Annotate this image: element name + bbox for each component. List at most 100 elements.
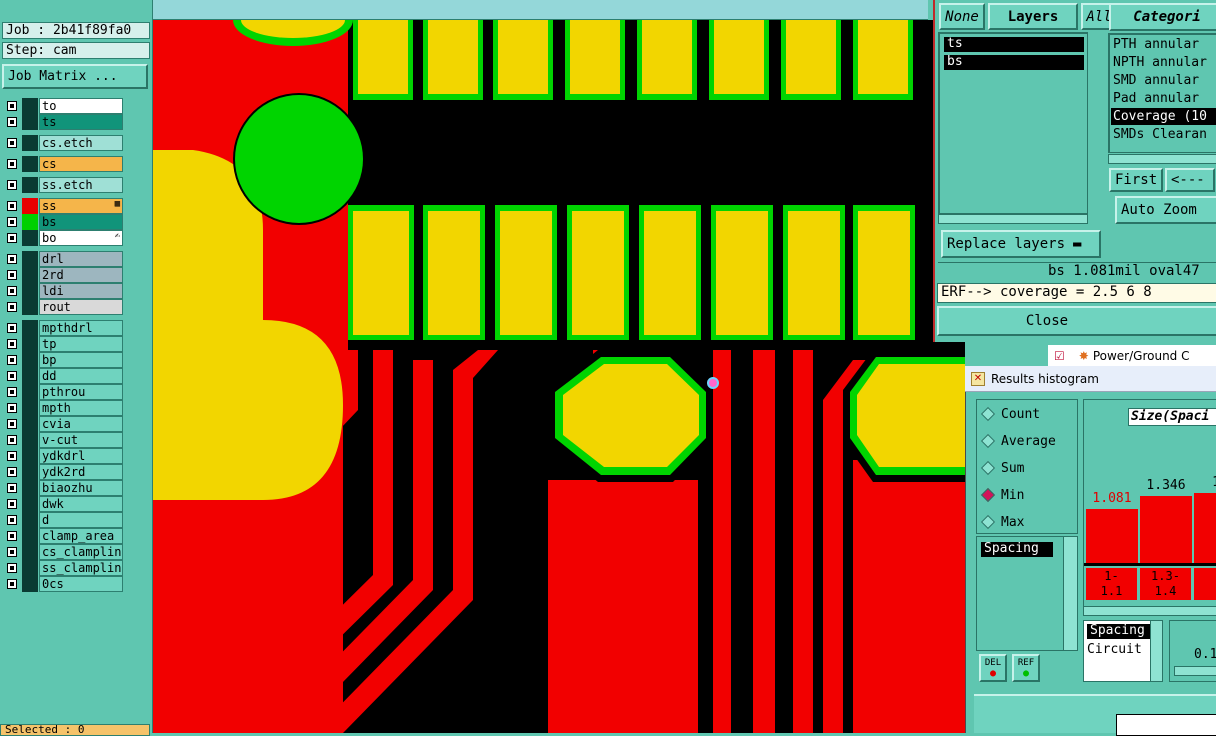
histogram-bar[interactable] bbox=[1140, 496, 1192, 563]
layer-row-ss[interactable]: ss ▦ bbox=[4, 198, 123, 214]
layer-name[interactable]: mpth bbox=[39, 400, 123, 416]
category-item[interactable]: PTH annular bbox=[1113, 36, 1199, 53]
layer-name[interactable]: ydkdrl bbox=[39, 448, 123, 464]
radio-diamond-icon[interactable] bbox=[980, 487, 996, 503]
list-item[interactable]: Spacing bbox=[1087, 624, 1151, 639]
layer-name[interactable]: ydk2rd bbox=[39, 464, 123, 480]
list-item[interactable]: ts bbox=[944, 37, 1084, 52]
del-button[interactable]: DEL ● bbox=[979, 654, 1007, 682]
vertical-scrollbar[interactable] bbox=[1150, 621, 1162, 681]
layer-checkbox[interactable] bbox=[7, 547, 17, 557]
previous-button[interactable]: <--- bbox=[1165, 168, 1215, 192]
layer-row-dwk[interactable]: dwk bbox=[4, 496, 123, 512]
layer-name[interactable]: d bbox=[39, 512, 123, 528]
threshold-slider[interactable]: 0.1 bbox=[1169, 620, 1216, 682]
layer-row-ts[interactable]: ts bbox=[4, 114, 123, 130]
layer-checkbox[interactable] bbox=[7, 201, 17, 211]
layer-row-v-cut[interactable]: v-cut bbox=[4, 432, 123, 448]
category-item[interactable]: Pad annular bbox=[1113, 90, 1199, 107]
vertical-scrollbar[interactable] bbox=[1063, 537, 1077, 650]
layer-checkbox[interactable] bbox=[7, 233, 17, 243]
layer-name[interactable]: rout bbox=[39, 299, 123, 315]
layer-name[interactable]: dd bbox=[39, 368, 123, 384]
layer-row-to[interactable]: to bbox=[4, 98, 123, 114]
layer-name[interactable]: dwk bbox=[39, 496, 123, 512]
layer-color-swatch[interactable] bbox=[22, 177, 38, 193]
layer-color-swatch[interactable] bbox=[22, 560, 38, 576]
bin-label[interactable]: 1- 1.1 bbox=[1086, 568, 1138, 600]
layer-checkbox[interactable] bbox=[7, 270, 17, 280]
layer-row-dd[interactable]: dd bbox=[4, 368, 123, 384]
layer-color-swatch[interactable] bbox=[22, 299, 38, 315]
layer-checkbox[interactable] bbox=[7, 563, 17, 573]
layer-checkbox[interactable] bbox=[7, 451, 17, 461]
layer-color-swatch[interactable] bbox=[22, 135, 38, 151]
bin-label[interactable]: 1 bbox=[1194, 568, 1216, 600]
first-button[interactable]: First bbox=[1109, 168, 1163, 192]
layer-checkbox[interactable] bbox=[7, 180, 17, 190]
layer-name[interactable]: 0cs bbox=[39, 576, 123, 592]
layer-color-swatch[interactable] bbox=[22, 230, 38, 246]
layer-color-swatch[interactable] bbox=[22, 416, 38, 432]
category-item[interactable]: NPTH annular bbox=[1113, 54, 1207, 71]
horizontal-scrollbar[interactable] bbox=[938, 214, 1088, 224]
layer-name[interactable]: ldi bbox=[39, 283, 123, 299]
layer-name[interactable]: 2rd bbox=[39, 267, 123, 283]
layer-color-swatch[interactable] bbox=[22, 114, 38, 130]
mode-radio-max[interactable]: Max bbox=[980, 511, 1024, 533]
layer-checkbox[interactable] bbox=[7, 254, 17, 264]
auto-zoom-button[interactable]: Auto Zoom bbox=[1115, 196, 1216, 224]
layer-color-swatch[interactable] bbox=[22, 352, 38, 368]
layer-row-bo[interactable]: bo ✍ bbox=[4, 230, 123, 246]
layer-color-swatch[interactable] bbox=[22, 320, 38, 336]
layer-name[interactable]: bp bbox=[39, 352, 123, 368]
category-scrollbar[interactable] bbox=[1108, 154, 1216, 164]
radio-diamond-icon[interactable] bbox=[980, 433, 996, 449]
layer-row-bs[interactable]: bs bbox=[4, 214, 123, 230]
replace-layers-button[interactable]: Replace layers ▬ bbox=[941, 230, 1101, 258]
layer-row-rout[interactable]: rout bbox=[4, 299, 123, 315]
layer-name[interactable]: ss_clampline bbox=[39, 560, 123, 576]
mode-radio-sum[interactable]: Sum bbox=[980, 457, 1024, 479]
layer-name[interactable]: cvia bbox=[39, 416, 123, 432]
layer-name[interactable]: to bbox=[39, 98, 123, 114]
mode-radio-average[interactable]: Average bbox=[980, 430, 1056, 452]
layer-row-cs_clampline[interactable]: cs_clampline bbox=[4, 544, 123, 560]
layer-color-swatch[interactable] bbox=[22, 251, 38, 267]
layer-color-swatch[interactable] bbox=[22, 156, 38, 172]
layer-color-swatch[interactable] bbox=[22, 384, 38, 400]
pcb-canvas[interactable] bbox=[153, 20, 965, 733]
mode-radio-count[interactable]: Count bbox=[980, 403, 1040, 425]
job-matrix-button[interactable]: Job Matrix ... bbox=[2, 64, 148, 89]
layer-checkbox[interactable] bbox=[7, 101, 17, 111]
layer-color-swatch[interactable] bbox=[22, 480, 38, 496]
layer-row-ss.etch[interactable]: ss.etch bbox=[4, 177, 123, 193]
ref-button[interactable]: REF ● bbox=[1012, 654, 1040, 682]
layer-row-cs.etch[interactable]: cs.etch bbox=[4, 135, 123, 151]
layer-name[interactable]: bo bbox=[39, 230, 123, 246]
layer-name[interactable]: mpthdrl bbox=[39, 320, 123, 336]
layer-name[interactable]: bs bbox=[39, 214, 123, 230]
layer-color-swatch[interactable] bbox=[22, 98, 38, 114]
layer-color-swatch[interactable] bbox=[22, 267, 38, 283]
category-list[interactable]: PTH annular NPTH annular SMD annular Pad an… bbox=[1108, 33, 1216, 153]
layer-row-bp[interactable]: bp bbox=[4, 352, 123, 368]
layer-row-ydkdrl[interactable]: ydkdrl bbox=[4, 448, 123, 464]
layer-color-swatch[interactable] bbox=[22, 214, 38, 230]
layer-row-tp[interactable]: tp bbox=[4, 336, 123, 352]
layer-checkbox[interactable] bbox=[7, 483, 17, 493]
layer-row-biaozhu[interactable]: biaozhu bbox=[4, 480, 123, 496]
mode-radio-min[interactable]: Min bbox=[980, 484, 1024, 506]
layer-checkbox[interactable] bbox=[7, 387, 17, 397]
layer-checkbox[interactable] bbox=[7, 323, 17, 333]
radio-diamond-icon[interactable] bbox=[980, 460, 996, 476]
layer-name[interactable]: biaozhu bbox=[39, 480, 123, 496]
selected-layer-list[interactable]: ts bs bbox=[938, 32, 1088, 214]
layer-name[interactable]: tp bbox=[39, 336, 123, 352]
bin-label[interactable]: 1.3- 1.4 bbox=[1140, 568, 1192, 600]
layers-tab[interactable]: Layers bbox=[988, 3, 1078, 30]
layer-checkbox[interactable] bbox=[7, 531, 17, 541]
layer-row-0cs[interactable]: 0cs bbox=[4, 576, 123, 592]
layer-checkbox[interactable] bbox=[7, 371, 17, 381]
layer-color-swatch[interactable] bbox=[22, 512, 38, 528]
